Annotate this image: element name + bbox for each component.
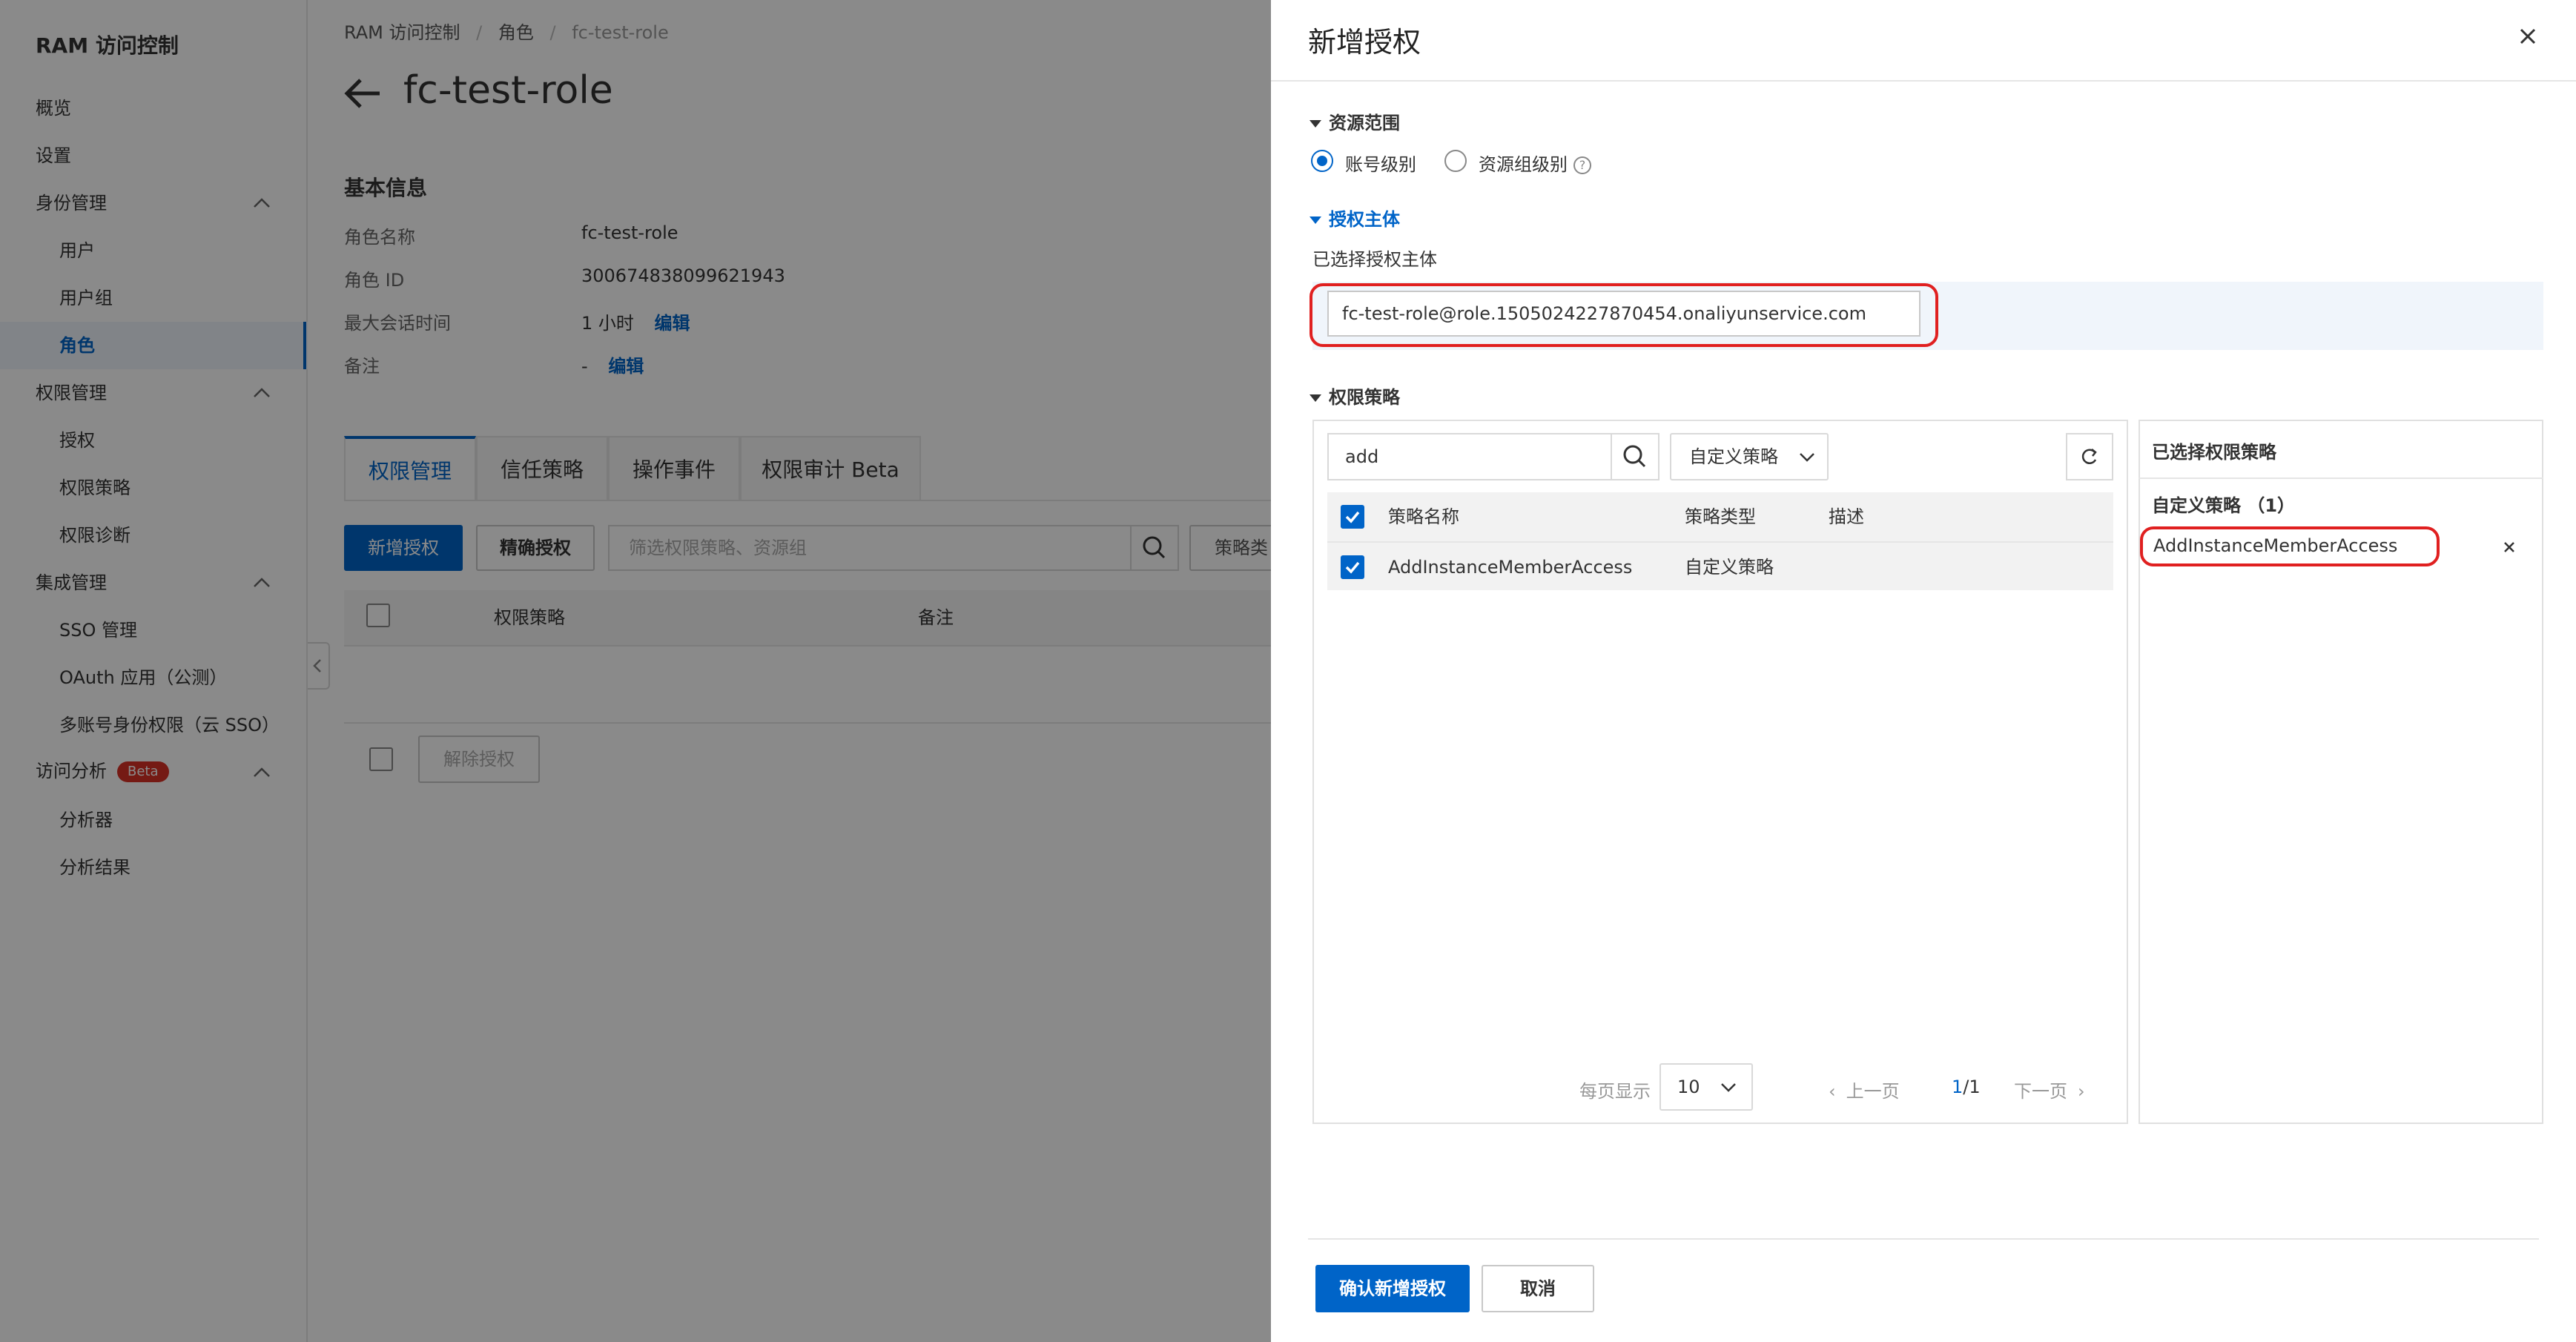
total-pages: /1	[1963, 1077, 1981, 1097]
close-icon[interactable]	[2515, 24, 2540, 49]
column-header: 描述	[1829, 506, 1864, 527]
chevron-left-icon: ‹	[1829, 1081, 1836, 1102]
radio-account-level[interactable]	[1311, 150, 1333, 172]
policy-title: 权限策略	[1329, 387, 1400, 408]
per-page-label: 每页显示	[1579, 1081, 1651, 1102]
drawer-title: 新增授权	[1308, 26, 1421, 59]
per-page-select[interactable]: 10	[1659, 1063, 1753, 1111]
policy-search-input[interactable]: add	[1327, 433, 1612, 480]
row-checkbox[interactable]	[1341, 555, 1364, 579]
policy-name-cell: AddInstanceMemberAccess	[1388, 557, 1633, 578]
cancel-button[interactable]: 取消	[1482, 1265, 1594, 1312]
drawer-header-divider	[1271, 80, 2576, 82]
per-page-value: 10	[1677, 1077, 1700, 1097]
selected-principal-label: 已选择授权主体	[1312, 249, 1437, 270]
page-indicator: 1/1	[1952, 1077, 1981, 1097]
policy-search-button[interactable]	[1611, 433, 1659, 480]
policy-section[interactable]: 权限策略	[1310, 383, 1400, 409]
policy-type-dropdown[interactable]: 自定义策略	[1670, 433, 1829, 480]
modal-overlay[interactable]	[0, 0, 1271, 1342]
column-header: 策略类型	[1685, 506, 1756, 527]
refresh-icon	[2081, 449, 2097, 464]
radio-resource-group-container[interactable]: 资源组级别?	[1479, 150, 1591, 176]
remove-icon[interactable]	[2500, 538, 2518, 556]
next-page-button[interactable]: 下一页 ›	[2014, 1077, 2085, 1103]
highlight-ring	[2140, 526, 2440, 566]
resource-scope-title: 资源范围	[1329, 113, 1400, 133]
caret-down-icon	[1310, 394, 1321, 402]
radio-resource-group-level[interactable]	[1444, 150, 1467, 172]
policy-type-cell: 自定义策略	[1685, 557, 1774, 578]
selected-group-label: 自定义策略 （1）	[2152, 495, 2296, 516]
search-icon	[1623, 445, 1646, 468]
confirm-add-grant-button[interactable]: 确认新增授权	[1315, 1265, 1470, 1312]
selected-panel-divider	[2139, 477, 2543, 479]
radio-account-level-label[interactable]: 账号级别	[1345, 150, 1416, 176]
prev-page-button[interactable]: ‹ 上一页	[1829, 1077, 1900, 1103]
chevron-right-icon: ›	[2078, 1081, 2085, 1102]
next-page-label: 下一页	[2014, 1081, 2067, 1102]
select-all-policies-checkbox[interactable]	[1341, 505, 1364, 529]
policy-type-value: 自定义策略	[1689, 446, 1778, 467]
chevron-down-icon	[1721, 1083, 1736, 1092]
highlight-ring	[1310, 283, 1938, 347]
drawer-footer-divider	[1308, 1238, 2539, 1240]
caret-down-icon	[1310, 216, 1321, 224]
selected-policies-title: 已选择权限策略	[2152, 442, 2276, 463]
caret-down-icon	[1310, 120, 1321, 128]
help-icon[interactable]: ?	[1573, 156, 1591, 174]
add-grant-drawer: 新增授权 资源范围 账号级别 资源组级别? 授权主体 已选择授权主体 fc-te…	[1271, 0, 2576, 1342]
principal-title: 授权主体	[1329, 209, 1400, 230]
chevron-down-icon	[1800, 453, 1814, 462]
principal-section[interactable]: 授权主体	[1310, 205, 1400, 231]
selected-policies-panel	[2139, 420, 2543, 1124]
radio-resource-group-label: 资源组级别	[1479, 154, 1568, 175]
prev-page-label: 上一页	[1846, 1081, 1900, 1102]
refresh-button[interactable]	[2066, 433, 2113, 480]
check-icon	[1345, 561, 1360, 574]
column-header: 策略名称	[1388, 506, 1459, 527]
check-icon	[1345, 511, 1360, 523]
resource-scope-section[interactable]: 资源范围	[1310, 108, 1400, 134]
current-page: 1	[1952, 1077, 1964, 1097]
